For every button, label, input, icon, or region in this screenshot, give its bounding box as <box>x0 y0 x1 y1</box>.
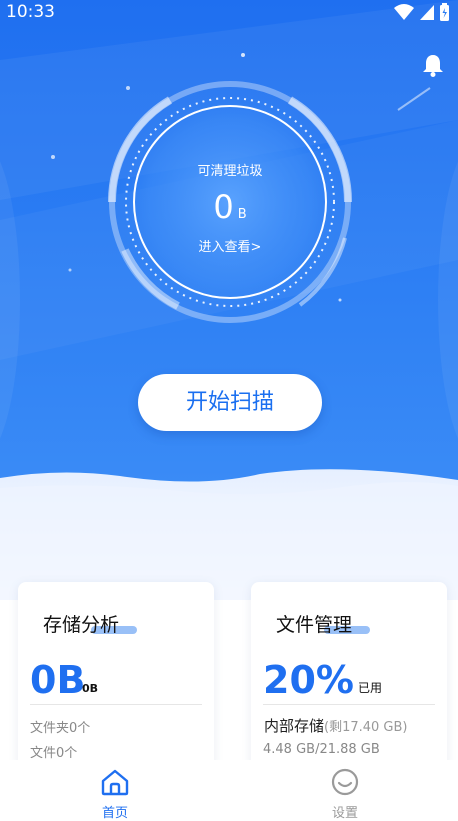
storage-usage: 4.48 GB/21.88 GB <box>263 742 380 757</box>
file-management-title: 文件管理 <box>276 614 353 636</box>
tab-settings[interactable]: 设置 <box>305 768 385 821</box>
storage-analysis-subvalue: 0B <box>82 682 99 695</box>
junk-amount: 0 <box>213 188 234 226</box>
internal-storage-line: 内部存储(剩17.40 GB) <box>264 715 408 736</box>
file-count: 文件0个 <box>30 746 78 761</box>
internal-storage-label: 内部存储 <box>264 717 325 735</box>
file-management-card[interactable]: 文件管理 20% 已用 内部存储(剩17.40 GB) 4.48 GB/21.8… <box>251 582 447 772</box>
storage-used-percent: 20% <box>263 658 354 702</box>
storage-analysis-title: 存储分析 <box>43 614 120 636</box>
tab-settings-label: 设置 <box>331 806 358 821</box>
storage-analysis-card[interactable]: 存储分析 0B 0B 文件夹0个 文件0个 <box>18 582 214 772</box>
storage-analysis-value: 0B <box>30 658 86 702</box>
view-details-link[interactable]: 进入查看> <box>150 236 310 255</box>
remaining-storage: (剩17.40 GB) <box>324 720 408 735</box>
divider <box>30 704 202 705</box>
junk-label: 可清理垃圾 <box>197 164 263 179</box>
smiley-icon <box>331 768 359 796</box>
used-label: 已用 <box>358 681 383 695</box>
tab-home-label: 首页 <box>101 806 128 821</box>
hero-section: 10:33 可清理垃圾 0 B 进入查看> 开始扫描 <box>0 0 458 500</box>
tab-home[interactable]: 首页 <box>75 768 155 821</box>
junk-value: 0B <box>150 188 310 226</box>
divider <box>263 704 435 705</box>
bottom-tab-bar: 首页 设置 <box>0 760 458 821</box>
folder-count: 文件夹0个 <box>30 721 91 736</box>
cards-section: 存储分析 0B 0B 文件夹0个 文件0个 文件管理 20% 已用 内部存储(剩… <box>0 560 458 772</box>
home-icon <box>101 769 129 796</box>
junk-unit: B <box>237 207 247 222</box>
start-scan-button[interactable]: 开始扫描 <box>138 374 322 431</box>
